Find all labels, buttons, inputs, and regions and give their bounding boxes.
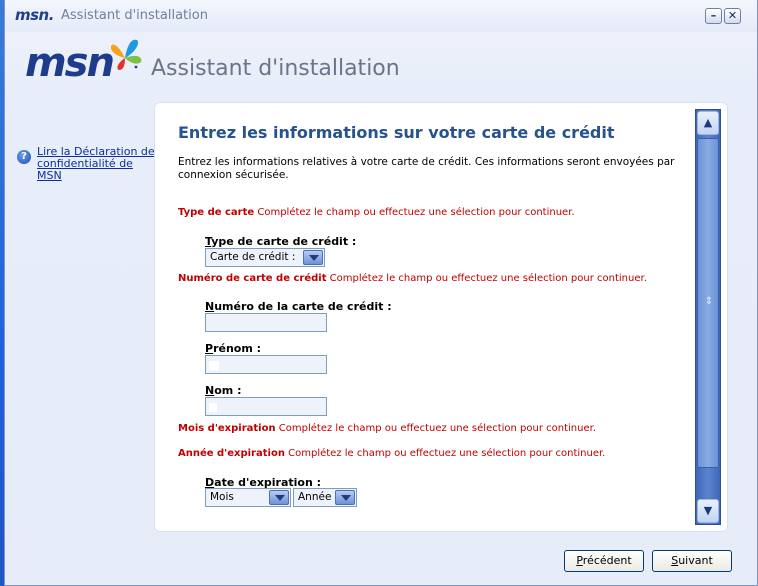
first-name-input[interactable] [205,355,327,374]
msn-small-logo: msn. [15,6,54,24]
close-button[interactable]: ✕ [724,8,741,24]
card-type-select[interactable]: Carte de crédit : [205,248,325,267]
last-name-input[interactable] [205,397,327,416]
scroll-up-button[interactable]: ▲ [697,111,719,135]
chevron-down-icon[interactable] [335,490,355,505]
card-number-label: Numéro de la carte de crédit : [205,300,392,313]
scroll-thumb[interactable]: ⇕ [697,138,719,468]
text-caret [209,403,217,412]
exp-year-error: Année d'expiration Complétez le champ ou… [178,448,605,459]
card-number-error: Numéro de carte de crédit Complétez le c… [178,273,647,284]
exp-month-select[interactable]: Mois [205,488,291,507]
setup-wizard-window: msn. Assistant d'installation – ✕ msn As… [4,0,758,586]
form-heading: Entrez les informations sur votre carte … [178,123,615,142]
exp-year-error-field: Année d'expiration [178,448,285,459]
text-caret [209,361,219,370]
card-type-value: Carte de crédit : [210,251,296,263]
card-number-error-field: Numéro de carte de crédit [178,273,327,284]
chevron-down-icon[interactable] [269,490,289,505]
help-question-icon: ? [17,150,31,164]
last-name-label: Nom : [205,384,242,397]
form-scroll-area: Entrez les informations sur votre carte … [155,103,693,531]
card-type-label: Type de carte de crédit : [205,235,357,248]
banner-title: Assistant d'installation [151,56,400,81]
form-panel: Entrez les informations sur votre carte … [154,102,728,532]
first-name-label: Prénom : [205,342,262,355]
previous-button[interactable]: Précédent [564,550,644,572]
exp-year-select[interactable]: Année [293,488,357,507]
scroll-grip-icon: ⇕ [704,296,714,307]
window-title: Assistant d'installation [61,8,208,23]
form-intro-text: Entrez les informations relatives à votr… [178,156,675,181]
card-number-error-message: Complétez le champ ou effectuez une séle… [329,273,647,284]
exp-year-error-message: Complétez le champ ou effectuez une séle… [288,448,606,459]
msn-butterfly-icon [110,39,142,70]
exp-month-error-message: Complétez le champ ou effectuez une séle… [278,423,597,434]
scroll-down-button[interactable]: ▼ [697,499,719,523]
minimize-button[interactable]: – [705,8,722,24]
vertical-scrollbar[interactable]: ▲ ⇕ ▼ [695,109,721,525]
privacy-statement-link[interactable]: Lire la Déclaration de confidentialité d… [37,146,155,182]
exp-month-value: Mois [210,491,234,503]
card-type-error-message: Complétez le champ ou effectuez une séle… [257,207,575,218]
card-number-input[interactable] [205,313,327,332]
exp-month-error-field: Mois d'expiration [178,423,276,434]
card-type-error: Type de carte Complétez le champ ou effe… [178,207,575,218]
header-banner: msn Assistant d'installation [5,32,757,102]
exp-month-error: Mois d'expiration Complétez le champ ou … [178,423,596,434]
exp-year-value: Année [298,491,332,503]
chevron-down-icon[interactable] [303,250,323,265]
title-bar[interactable]: msn. Assistant d'installation – ✕ [5,0,757,32]
card-type-error-field: Type de carte [178,207,255,218]
msn-logo: msn [25,40,115,86]
next-button[interactable]: Suivant [652,550,732,572]
